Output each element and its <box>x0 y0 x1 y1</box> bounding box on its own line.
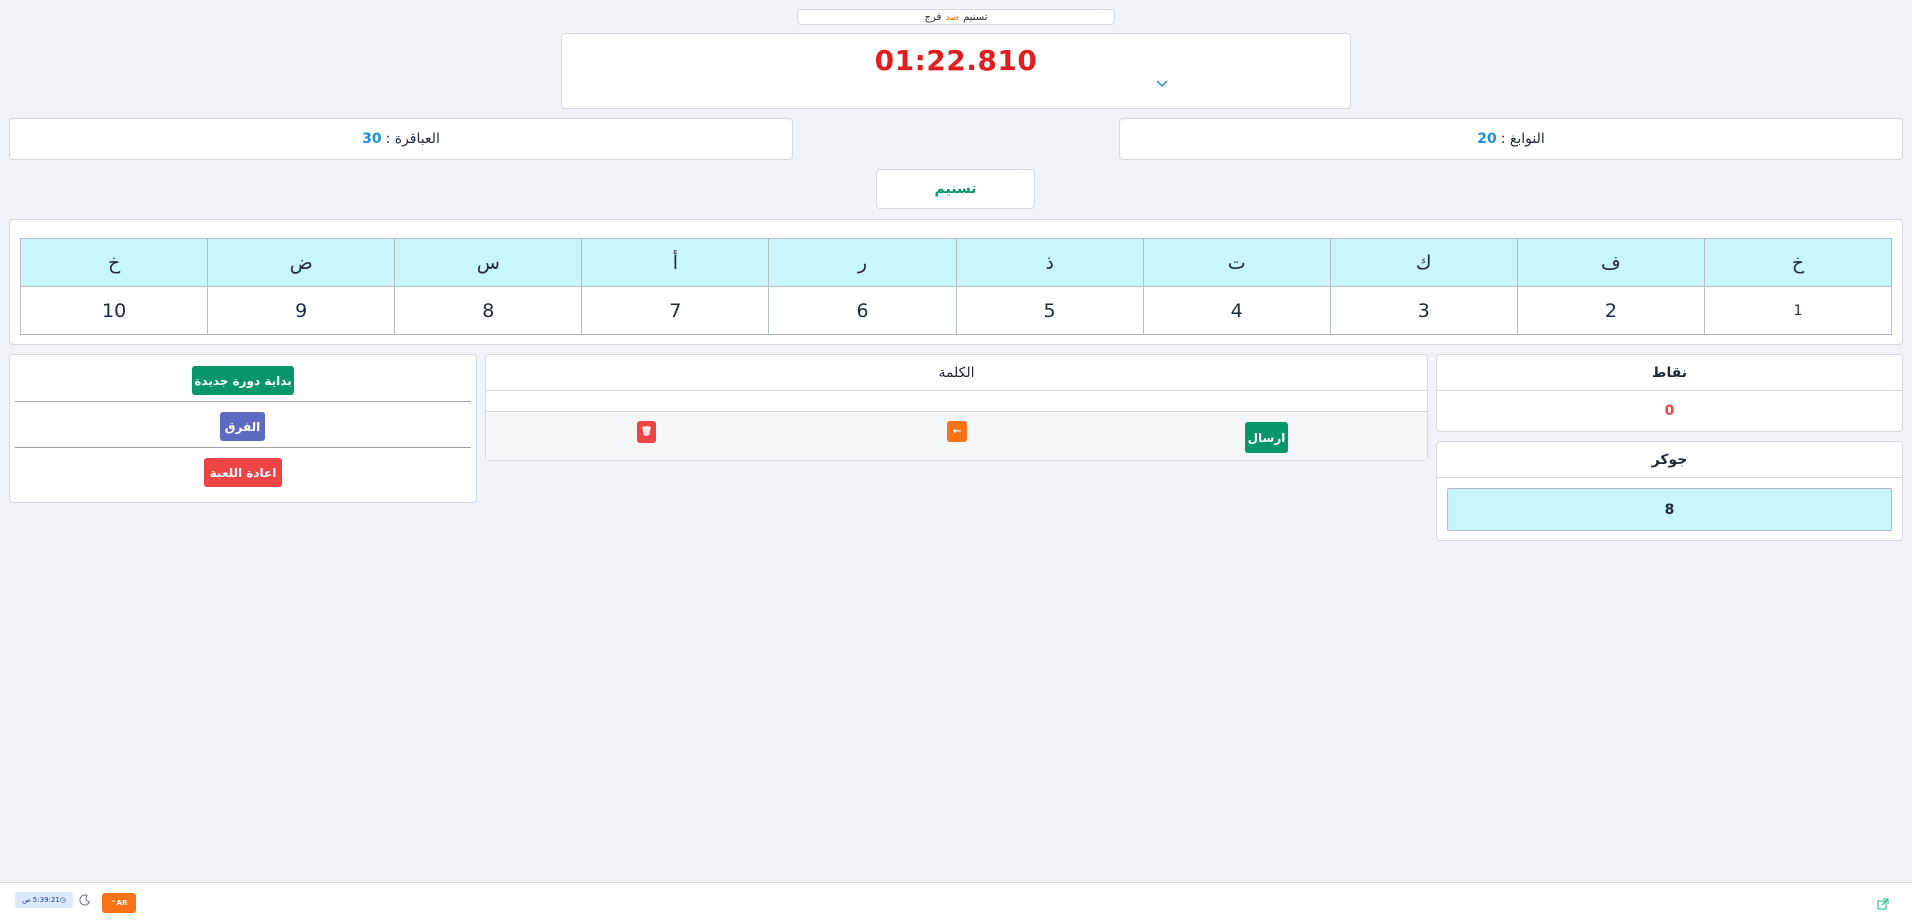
team-a-name: تسنيم <box>963 11 988 23</box>
send-button[interactable]: ارسال <box>1245 422 1288 453</box>
number-cell[interactable]: 9 <box>207 286 396 335</box>
word-actions: 🗑 ← ارسال <box>486 413 1427 460</box>
number-cell[interactable]: 6 <box>768 286 957 335</box>
clock-badge: ◷ 5:39:21 ص <box>15 892 73 908</box>
letter-cell[interactable]: س <box>394 238 583 287</box>
backspace-button[interactable]: ← <box>947 421 967 442</box>
word-title: الكلمة <box>486 355 1427 391</box>
letter-cell[interactable]: ف <box>1516 238 1705 287</box>
clock-time: 5:39:21 ص <box>22 896 60 904</box>
letter-cell[interactable]: ك <box>1329 238 1518 287</box>
number-cell[interactable]: 1 <box>1703 286 1893 335</box>
letter-cell[interactable]: خ <box>1703 238 1893 287</box>
teams-button[interactable]: الفرق <box>220 412 265 441</box>
moon-icon[interactable] <box>79 891 93 906</box>
divider <box>15 401 471 402</box>
joker-value[interactable]: 8 <box>1447 488 1892 531</box>
vs-label: ضد <box>945 11 960 23</box>
letter-cell[interactable]: ر <box>768 238 957 287</box>
letter-cell[interactable]: ت <box>1142 238 1331 287</box>
number-cell[interactable]: 3 <box>1329 286 1518 335</box>
points-panel: نقاط 0 <box>1436 354 1903 432</box>
language-button[interactable]: ⌃ AR <box>102 893 136 913</box>
number-cell[interactable]: 2 <box>1516 286 1705 335</box>
number-cell[interactable]: 7 <box>581 286 770 335</box>
team-score-card-left: العباقرة : 30 <box>9 118 793 160</box>
number-cell[interactable]: 8 <box>394 286 583 335</box>
letters-grid: خ ف ك ت ذ ر أ س ض خ 1 2 3 4 5 6 7 8 9 10 <box>9 219 1903 345</box>
points-value: 0 <box>1664 403 1675 419</box>
joker-panel: جوكر 8 <box>1436 441 1903 541</box>
team-b-name: فرج <box>924 11 942 23</box>
divider <box>15 447 471 448</box>
letter-cell[interactable]: ض <box>207 238 396 287</box>
team-score: 20 <box>1477 131 1497 147</box>
timer-panel: 01:22.810 <box>561 33 1351 109</box>
external-link-icon[interactable] <box>1877 895 1891 910</box>
active-team-badge: تسنيم <box>876 169 1035 209</box>
footer-bar: ◷ 5:39:21 ص ⌃ AR <box>0 882 1912 922</box>
letter-cell[interactable]: ذ <box>955 238 1144 287</box>
restart-game-button[interactable]: اعادة اللعبة <box>204 458 282 487</box>
team-name: العباقرة : <box>385 131 440 147</box>
new-round-button[interactable]: بداية دورة جديدة <box>192 366 294 395</box>
team-name: النوابغ : <box>1500 131 1545 147</box>
letters-row: خ ف ك ت ذ ر أ س ض خ <box>19 238 1893 287</box>
team-score-card-right: النوابغ : 20 <box>1119 118 1903 160</box>
controls-panel: بداية دورة جديدة الفرق اعادة اللعبة <box>9 354 477 503</box>
letter-cell[interactable]: خ <box>19 238 209 287</box>
timer-display: 01:22.810 <box>874 44 1038 77</box>
points-title: نقاط <box>1437 355 1902 391</box>
letter-cell[interactable]: أ <box>581 238 770 287</box>
word-panel: الكلمة 🗑 ← ارسال <box>485 354 1428 461</box>
clear-button[interactable]: 🗑 <box>637 421 656 443</box>
number-cell[interactable]: 10 <box>19 286 209 335</box>
language-label: AR <box>116 899 128 907</box>
clock-icon: ◷ <box>59 896 66 904</box>
joker-title: جوكر <box>1437 442 1902 478</box>
number-cell[interactable]: 4 <box>1142 286 1331 335</box>
number-cell[interactable]: 5 <box>955 286 1144 335</box>
numbers-row: 1 2 3 4 5 6 7 8 9 10 <box>19 286 1893 335</box>
word-display <box>486 391 1427 412</box>
match-title: تسنيم ضد فرج <box>797 9 1115 25</box>
team-score: 30 <box>362 131 382 147</box>
chevron-down-icon[interactable] <box>1151 75 1173 93</box>
letters-table: خ ف ك ت ذ ر أ س ض خ 1 2 3 4 5 6 7 8 9 10 <box>19 238 1893 335</box>
